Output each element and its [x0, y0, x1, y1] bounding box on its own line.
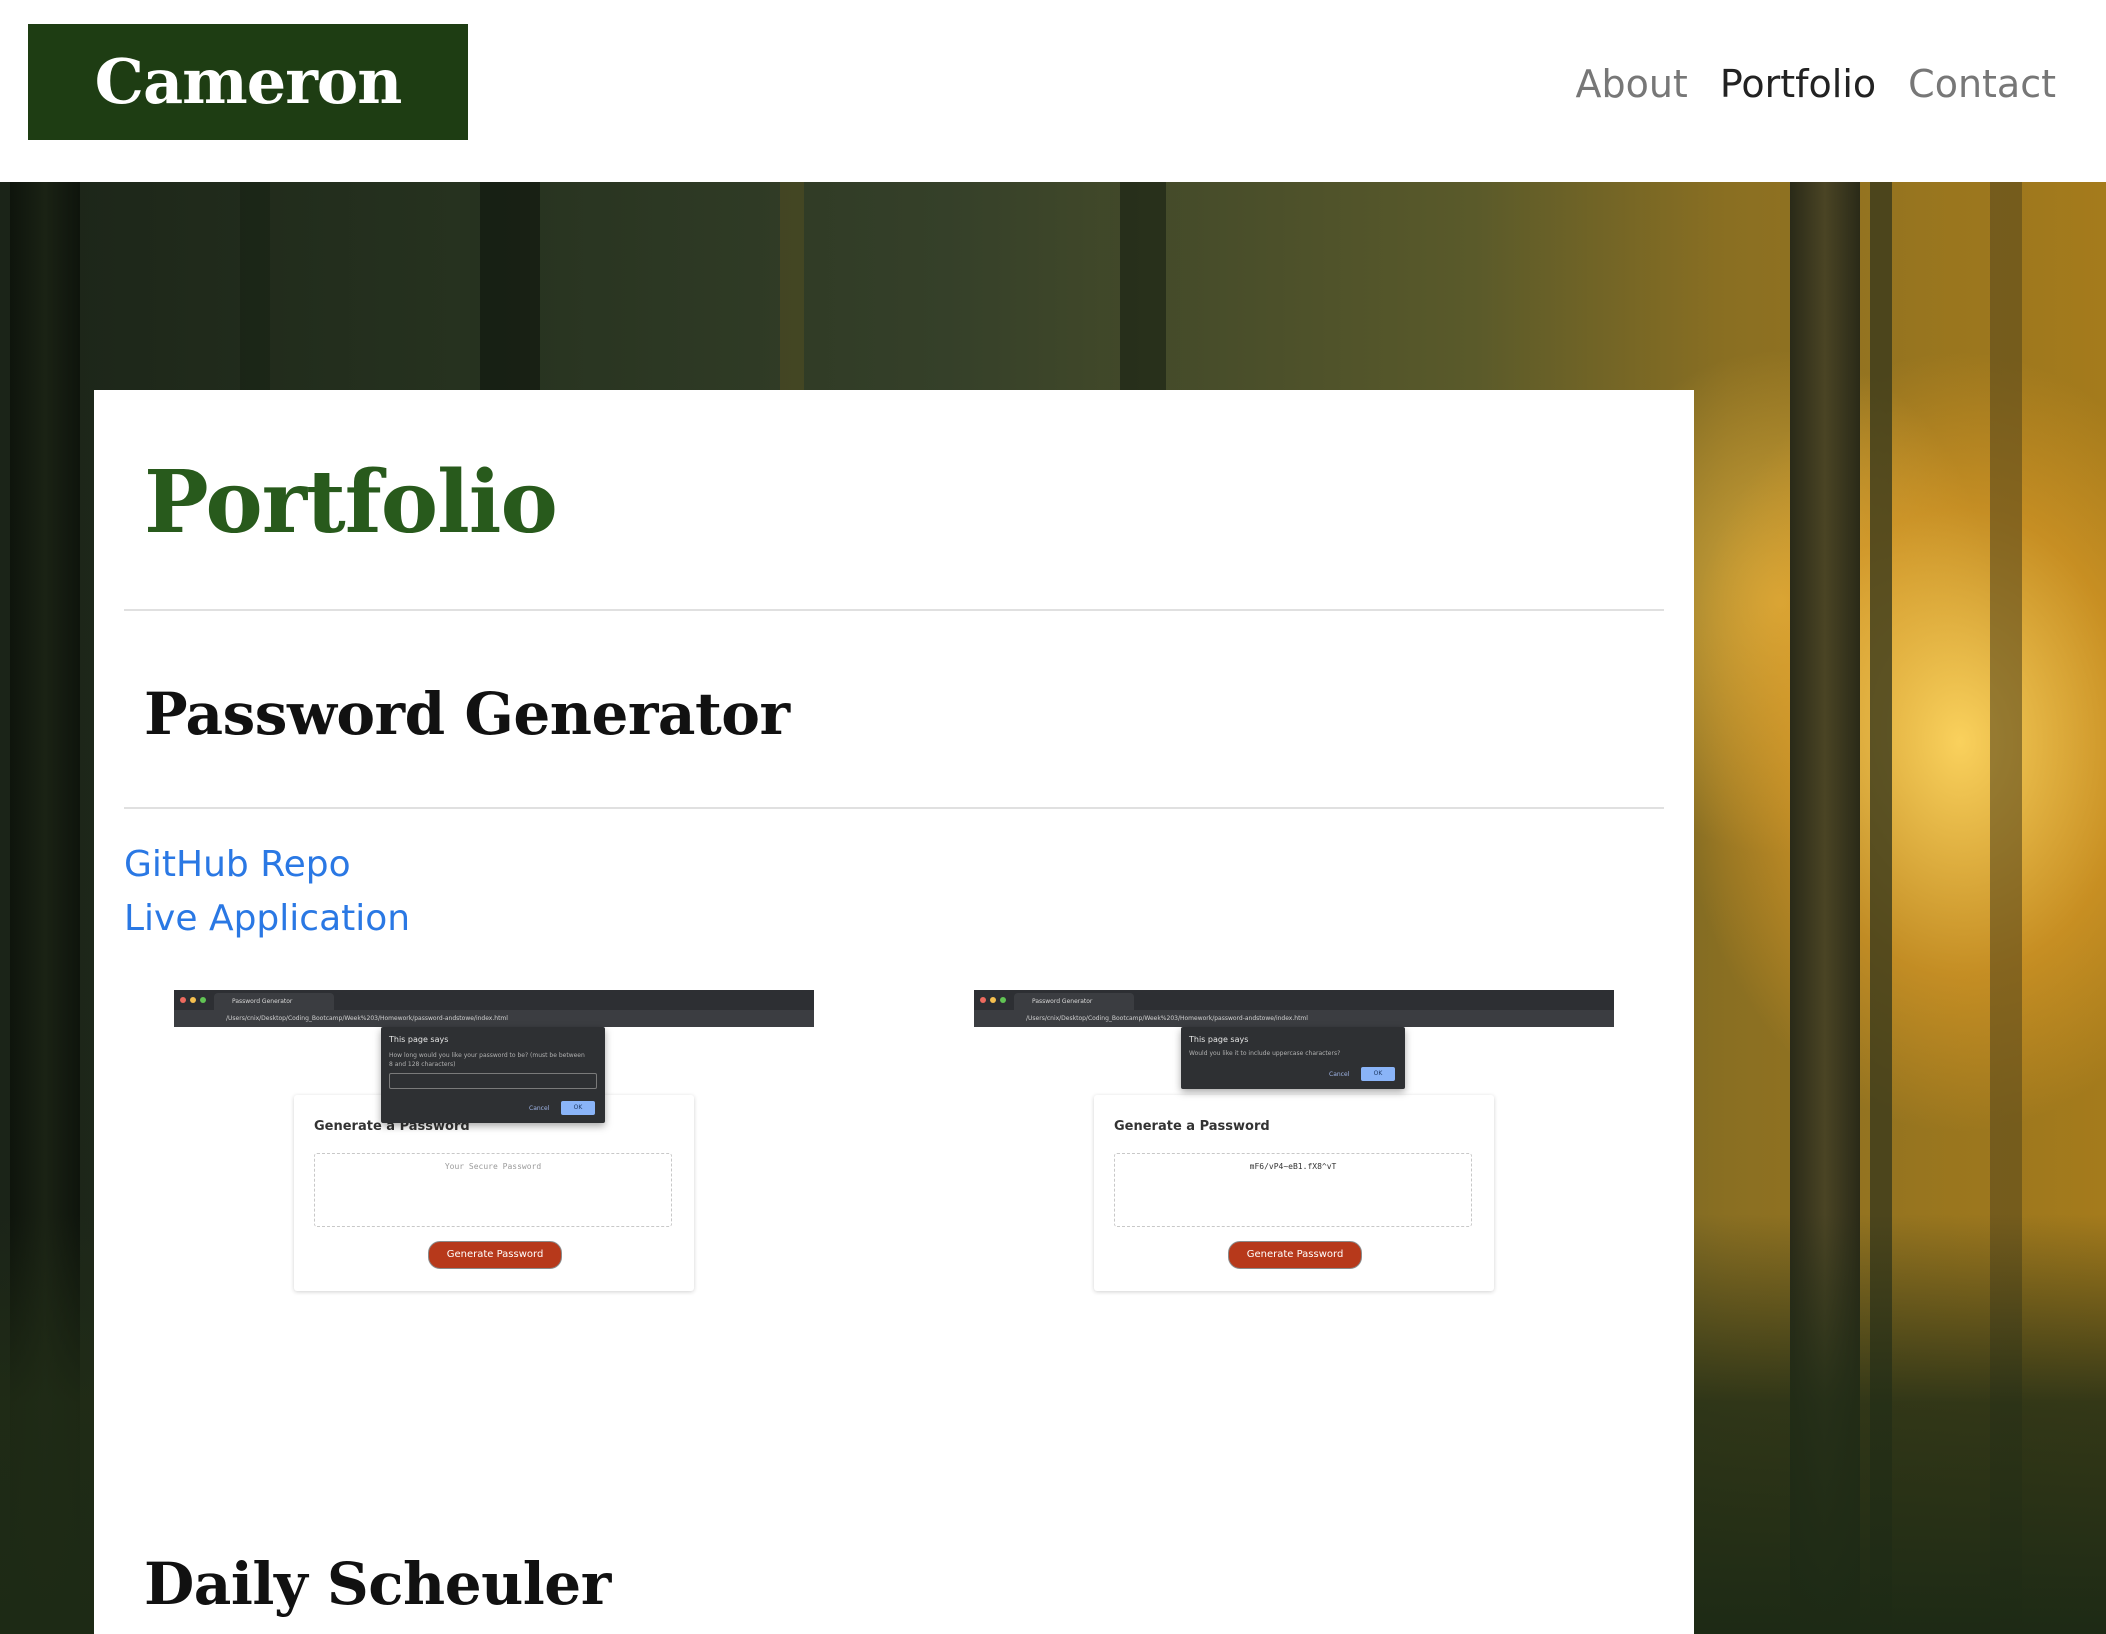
nav-portfolio[interactable]: Portfolio: [1720, 62, 1876, 106]
dialog-cancel: Cancel: [529, 1105, 550, 1112]
nav-about[interactable]: About: [1575, 62, 1687, 106]
browser-tab: Password Generator: [1014, 993, 1134, 1010]
portfolio-card: Portfolio Password Generator GitHub Repo…: [94, 390, 1694, 1634]
dialog-ok: OK: [1361, 1067, 1395, 1081]
dialog-header: This page says: [389, 1035, 449, 1044]
generator-title: Generate a Password: [1114, 1119, 1270, 1134]
dialog-message: How long would you like your password to…: [389, 1052, 585, 1068]
site-logo[interactable]: Cameron Nix: [28, 24, 468, 234]
generator-card: Generate a Password Your Secure Password…: [294, 1095, 694, 1291]
dialog-cancel: Cancel: [1329, 1071, 1350, 1078]
dialog-input: [389, 1073, 597, 1089]
url-bar: /Users/cnix/Desktop/Coding_Bootcamp/Week…: [226, 1015, 508, 1022]
project-title-daily-scheduler: Daily Scheuler: [144, 1550, 611, 1618]
password-display: mF6/vP4~eB1.fX8^vT: [1114, 1153, 1472, 1227]
generate-password-button: Generate Password: [428, 1241, 562, 1269]
divider: [124, 609, 1664, 611]
divider: [124, 807, 1664, 809]
nav-contact[interactable]: Contact: [1908, 62, 2056, 106]
main-nav: About Portfolio Contact: [1575, 62, 2056, 106]
dialog-ok: OK: [561, 1101, 595, 1115]
live-application-link[interactable]: Live Application: [124, 898, 410, 939]
generate-password-button: Generate Password: [1228, 1241, 1362, 1269]
url-bar: /Users/cnix/Desktop/Coding_Bootcamp/Week…: [1026, 1015, 1308, 1022]
browser-prompt-dialog: This page says How long would you like y…: [381, 1027, 605, 1123]
github-repo-link[interactable]: GitHub Repo: [124, 844, 351, 885]
page-title: Portfolio: [144, 452, 558, 553]
dialog-header: This page says: [1189, 1035, 1249, 1044]
browser-toolbar: Password Generator /Users/cnix/Desktop/C…: [974, 990, 1614, 1027]
screenshot-password-generated: Password Generator /Users/cnix/Desktop/C…: [974, 990, 1614, 1446]
generator-card: Generate a Password mF6/vP4~eB1.fX8^vT G…: [1094, 1095, 1494, 1291]
password-display: Your Secure Password: [314, 1153, 672, 1227]
browser-toolbar: Password Generator /Users/cnix/Desktop/C…: [174, 990, 814, 1027]
screenshot-password-prompt: Password Generator /Users/cnix/Desktop/C…: [174, 990, 814, 1446]
project-title-password-generator: Password Generator: [144, 680, 790, 748]
site-header: Cameron Nix About Portfolio Contact: [0, 0, 2106, 234]
browser-prompt-dialog: This page says Would you like it to incl…: [1181, 1027, 1405, 1089]
browser-tab: Password Generator: [214, 993, 334, 1010]
dialog-message: Would you like it to include uppercase c…: [1189, 1050, 1341, 1057]
